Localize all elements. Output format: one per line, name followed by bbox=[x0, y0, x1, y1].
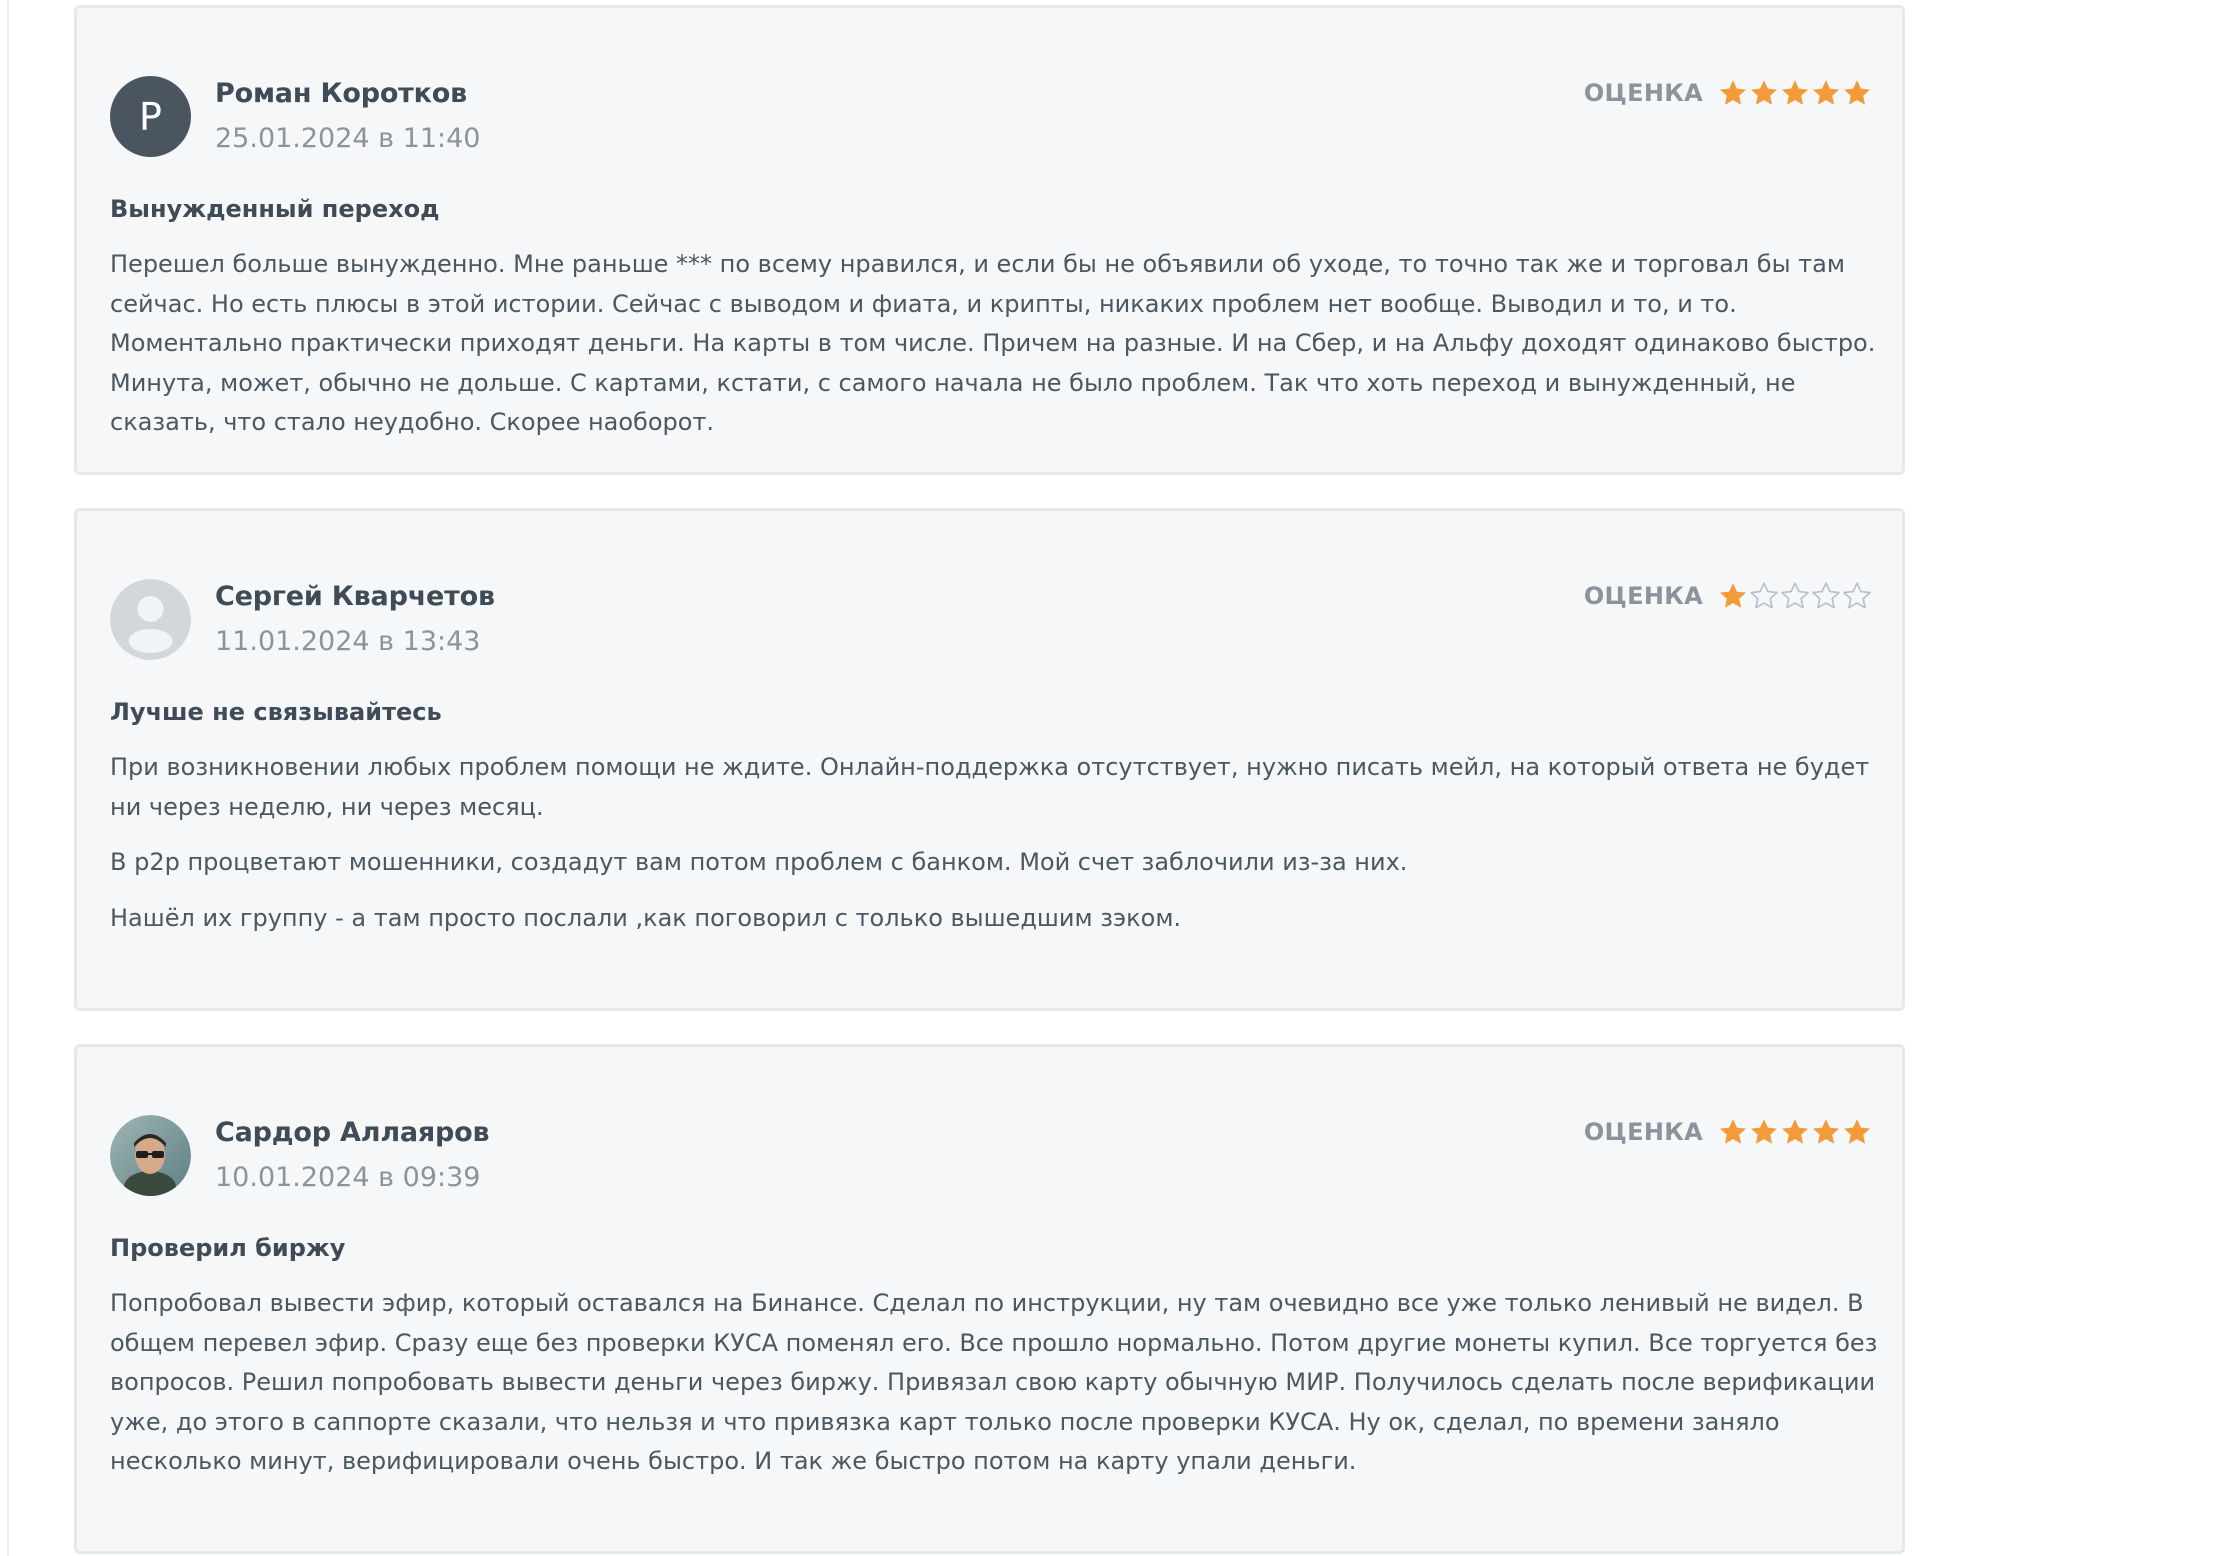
default-user-icon bbox=[110, 579, 191, 660]
review-title: Лучше не связывайтесь bbox=[110, 698, 442, 726]
star-filled-icon bbox=[1780, 78, 1810, 108]
author-name[interactable]: Сардор Аллаяров bbox=[215, 1117, 490, 1148]
rating: ОЦЕНКА bbox=[1584, 1117, 1872, 1147]
review-card: Сардор Аллаяров 10.01.2024 в 09:39 ОЦЕНК… bbox=[74, 1044, 1905, 1554]
review-paragraph: Перешел больше вынужденно. Мне раньше **… bbox=[110, 250, 1876, 436]
avatar[interactable] bbox=[110, 579, 191, 660]
rating-label: ОЦЕНКА bbox=[1583, 79, 1703, 107]
review-body: Попробовал вывести эфир, который оставал… bbox=[110, 1284, 1880, 1498]
star-empty-icon bbox=[1811, 581, 1841, 611]
star-filled-icon bbox=[1718, 1117, 1748, 1147]
user-photo-icon bbox=[110, 1115, 191, 1196]
author-name[interactable]: Сергей Кварчетов bbox=[215, 581, 495, 612]
star-empty-icon bbox=[1780, 581, 1810, 611]
review-card: Сергей Кварчетов 11.01.2024 в 13:43 ОЦЕН… bbox=[74, 508, 1905, 1011]
star-filled-icon bbox=[1811, 1117, 1841, 1147]
star-filled-icon bbox=[1780, 1117, 1810, 1147]
review-date: 11.01.2024 в 13:43 bbox=[215, 626, 481, 657]
avatar[interactable] bbox=[110, 1115, 191, 1196]
rating: ОЦЕНКА bbox=[1584, 78, 1872, 108]
review-date: 10.01.2024 в 09:39 bbox=[215, 1162, 481, 1193]
left-divider bbox=[7, 0, 9, 1556]
review-title: Проверил биржу bbox=[110, 1234, 346, 1262]
rating-label: ОЦЕНКА bbox=[1583, 582, 1703, 610]
review-card: Р Роман Коротков 25.01.2024 в 11:40 ОЦЕН… bbox=[74, 5, 1905, 475]
avatar[interactable]: Р bbox=[110, 76, 191, 157]
reviews-page: Р Роман Коротков 25.01.2024 в 11:40 ОЦЕН… bbox=[0, 0, 2236, 1556]
review-title: Вынужденный переход bbox=[110, 195, 440, 223]
star-filled-icon bbox=[1749, 78, 1779, 108]
review-body: При возникновении любых проблем помощи н… bbox=[110, 748, 1880, 954]
star-filled-icon bbox=[1718, 581, 1748, 611]
review-paragraph: При возникновении любых проблем помощи н… bbox=[110, 753, 1870, 821]
review-date: 25.01.2024 в 11:40 bbox=[215, 123, 481, 154]
avatar-letter: Р bbox=[139, 94, 162, 139]
star-filled-icon bbox=[1749, 1117, 1779, 1147]
author-name[interactable]: Роман Коротков bbox=[215, 78, 467, 109]
star-rating bbox=[1717, 1117, 1872, 1147]
rating: ОЦЕНКА bbox=[1584, 581, 1872, 611]
review-body: Перешел больше вынужденно. Мне раньше **… bbox=[110, 245, 1880, 459]
star-filled-icon bbox=[1718, 78, 1748, 108]
review-paragraph: Попробовал вывести эфир, который оставал… bbox=[110, 1289, 1878, 1475]
star-rating bbox=[1717, 581, 1872, 611]
rating-label: ОЦЕНКА bbox=[1583, 1118, 1703, 1146]
star-filled-icon bbox=[1842, 1117, 1872, 1147]
star-filled-icon bbox=[1842, 78, 1872, 108]
star-empty-icon bbox=[1749, 581, 1779, 611]
review-paragraph: Нашёл их группу - а там просто послали ,… bbox=[110, 903, 1182, 932]
star-rating bbox=[1717, 78, 1872, 108]
star-filled-icon bbox=[1811, 78, 1841, 108]
star-empty-icon bbox=[1842, 581, 1872, 611]
review-paragraph: В p2p процветают мошенники, создадут вам… bbox=[110, 848, 1408, 876]
